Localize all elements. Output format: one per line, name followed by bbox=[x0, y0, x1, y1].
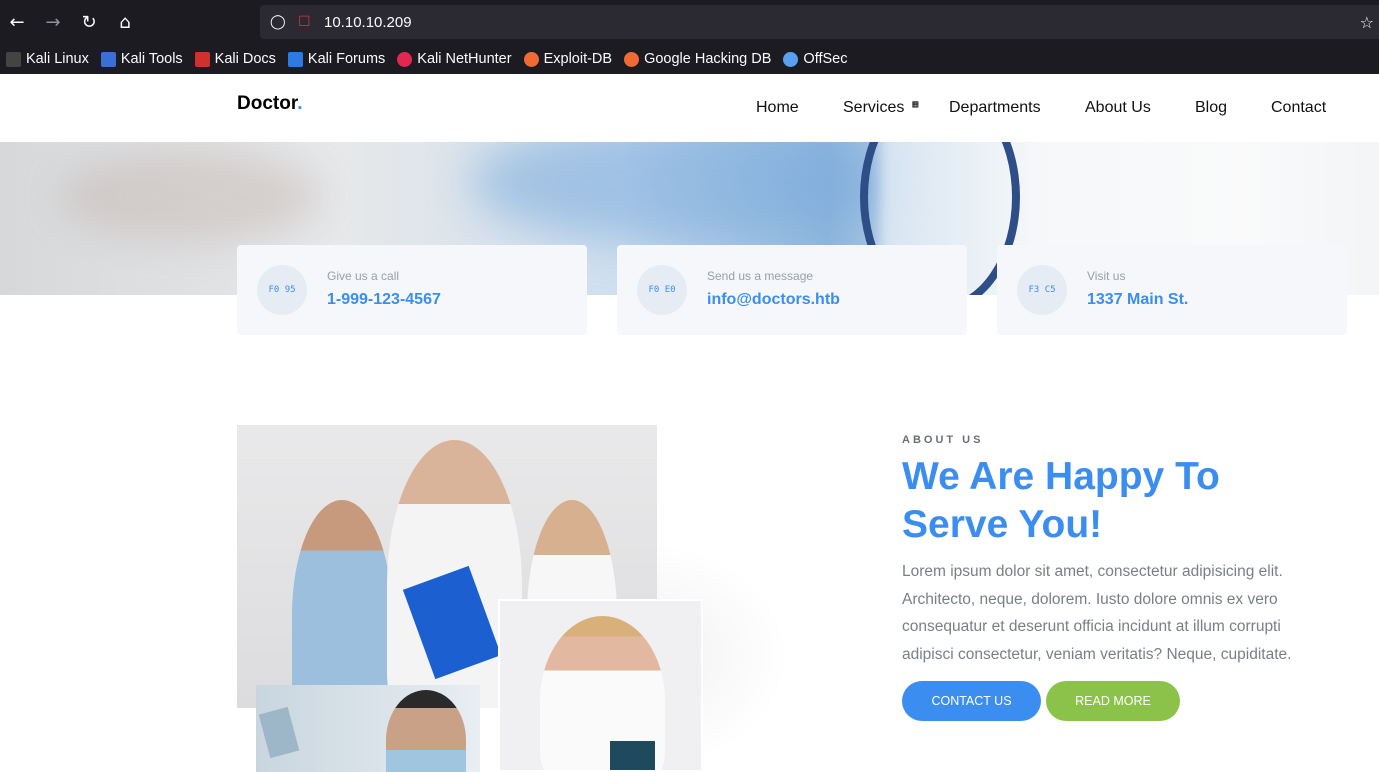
nav-services[interactable]: Services ▦ bbox=[843, 99, 918, 117]
about-heading: We Are Happy To Serve You! bbox=[902, 455, 1220, 546]
about-eyebrow: ABOUT US bbox=[902, 434, 984, 446]
exploit-db-icon bbox=[523, 51, 539, 67]
home-icon[interactable]: ⌂ bbox=[109, 6, 141, 38]
back-icon[interactable]: ← bbox=[1, 6, 33, 38]
hero-blur-hand bbox=[60, 152, 320, 242]
female-doctor-photo bbox=[498, 599, 703, 772]
site-logo[interactable]: Doctor. bbox=[237, 93, 302, 115]
mail-icon-glyph: F0 E0 bbox=[648, 285, 676, 295]
read-more-button[interactable]: READ MORE bbox=[1046, 681, 1180, 721]
bookmark-kali-tools[interactable]: Kali Tools bbox=[100, 51, 183, 67]
forward-icon[interactable]: → bbox=[37, 6, 69, 38]
nav-about-us[interactable]: About Us bbox=[1085, 99, 1151, 117]
doctor-figure-left bbox=[292, 500, 392, 708]
dropdown-icon: ▦ bbox=[912, 99, 919, 110]
location-icon-glyph: F3 C5 bbox=[1028, 285, 1056, 295]
phone-number: 1-999-123-4567 bbox=[327, 291, 441, 308]
location-icon: F3 C5 bbox=[1017, 265, 1067, 315]
bookmark-label: Kali Tools bbox=[120, 51, 183, 67]
bookmark-label: Kali Forums bbox=[307, 51, 386, 67]
kali-tools-icon bbox=[100, 51, 116, 67]
kali-forums-icon bbox=[287, 51, 303, 67]
bookmark-label: OffSec bbox=[803, 51, 848, 67]
bookmark-google-hacking-db[interactable]: Google Hacking DB bbox=[624, 51, 771, 67]
street-address: 1337 Main St. bbox=[1087, 291, 1189, 308]
bookmark-kali-forums[interactable]: Kali Forums bbox=[287, 51, 386, 67]
bookmark-label: Exploit-DB bbox=[543, 51, 613, 67]
nav-services-label: Services bbox=[843, 99, 905, 116]
nav-departments[interactable]: Departments bbox=[949, 99, 1041, 117]
site-header: Doctor. Home Services ▦ Departments About… bbox=[0, 74, 1379, 142]
folder-shape bbox=[610, 741, 655, 770]
reload-icon[interactable]: ↻ bbox=[73, 6, 105, 38]
bookmark-kali-linux[interactable]: Kali Linux bbox=[6, 51, 89, 67]
tracking-shield-icon[interactable]: ◯ bbox=[270, 14, 288, 30]
url-bar[interactable]: ◯ ☐ 10.10.10.209 ☆ bbox=[260, 5, 1379, 39]
logo-text: Doctor bbox=[237, 93, 298, 114]
kali-nethunter-icon bbox=[397, 51, 413, 67]
bookmark-kali-nethunter[interactable]: Kali NetHunter bbox=[397, 51, 512, 67]
logo-dot: . bbox=[297, 93, 303, 114]
browser-toolbar: ← → ↻ ⌂ ◯ ☐ 10.10.10.209 ☆ bbox=[0, 0, 1379, 44]
insecure-lock-icon[interactable]: ☐ bbox=[298, 14, 312, 30]
mail-icon: F0 E0 bbox=[637, 265, 687, 315]
info-card-visit: F3 C5 Visit us 1337 Main St. bbox=[997, 245, 1347, 335]
google-hacking-db-icon bbox=[624, 51, 640, 67]
email-address: info@doctors.htb bbox=[707, 291, 840, 308]
kali-docs-icon bbox=[194, 51, 210, 67]
about-paragraph: Lorem ipsum dolor sit amet, consectetur … bbox=[902, 563, 1292, 663]
card-caption: Visit us bbox=[1087, 269, 1126, 283]
bookmark-label: Kali Docs bbox=[214, 51, 276, 67]
nav-blog[interactable]: Blog bbox=[1195, 99, 1227, 117]
bookmark-label: Kali Linux bbox=[26, 51, 89, 67]
bookmark-label: Google Hacking DB bbox=[644, 51, 772, 67]
bookmark-star-icon[interactable]: ☆ bbox=[1360, 13, 1374, 32]
phone-icon: F0 95 bbox=[257, 265, 307, 315]
phone-icon-glyph: F0 95 bbox=[268, 285, 296, 295]
card-caption: Give us a call bbox=[327, 269, 400, 283]
nav-contact[interactable]: Contact bbox=[1271, 99, 1326, 117]
bookmark-kali-docs[interactable]: Kali Docs bbox=[194, 51, 276, 67]
kali-linux-icon bbox=[6, 51, 21, 67]
nav-home[interactable]: Home bbox=[756, 99, 799, 117]
xray-sheet-shape bbox=[258, 706, 300, 759]
contact-us-button[interactable]: CONTACT US bbox=[902, 681, 1041, 721]
bookmark-offsec[interactable]: OffSec bbox=[783, 51, 847, 67]
bookmark-label: Kali NetHunter bbox=[417, 51, 512, 67]
xray-doctor-photo bbox=[256, 685, 480, 772]
info-card-call: F0 95 Give us a call 1-999-123-4567 bbox=[237, 245, 587, 335]
bookmarks-bar: Kali Linux Kali Tools Kali Docs Kali For… bbox=[0, 44, 1379, 74]
url-text[interactable]: 10.10.10.209 bbox=[324, 14, 412, 31]
hero-blur-scrubs bbox=[470, 142, 890, 242]
offsec-icon bbox=[783, 51, 799, 67]
male-doctor-figure bbox=[386, 690, 466, 772]
info-card-message: F0 E0 Send us a message info@doctors.htb bbox=[617, 245, 967, 335]
card-caption: Send us a message bbox=[707, 269, 814, 283]
bookmark-exploit-db[interactable]: Exploit-DB bbox=[523, 51, 613, 67]
